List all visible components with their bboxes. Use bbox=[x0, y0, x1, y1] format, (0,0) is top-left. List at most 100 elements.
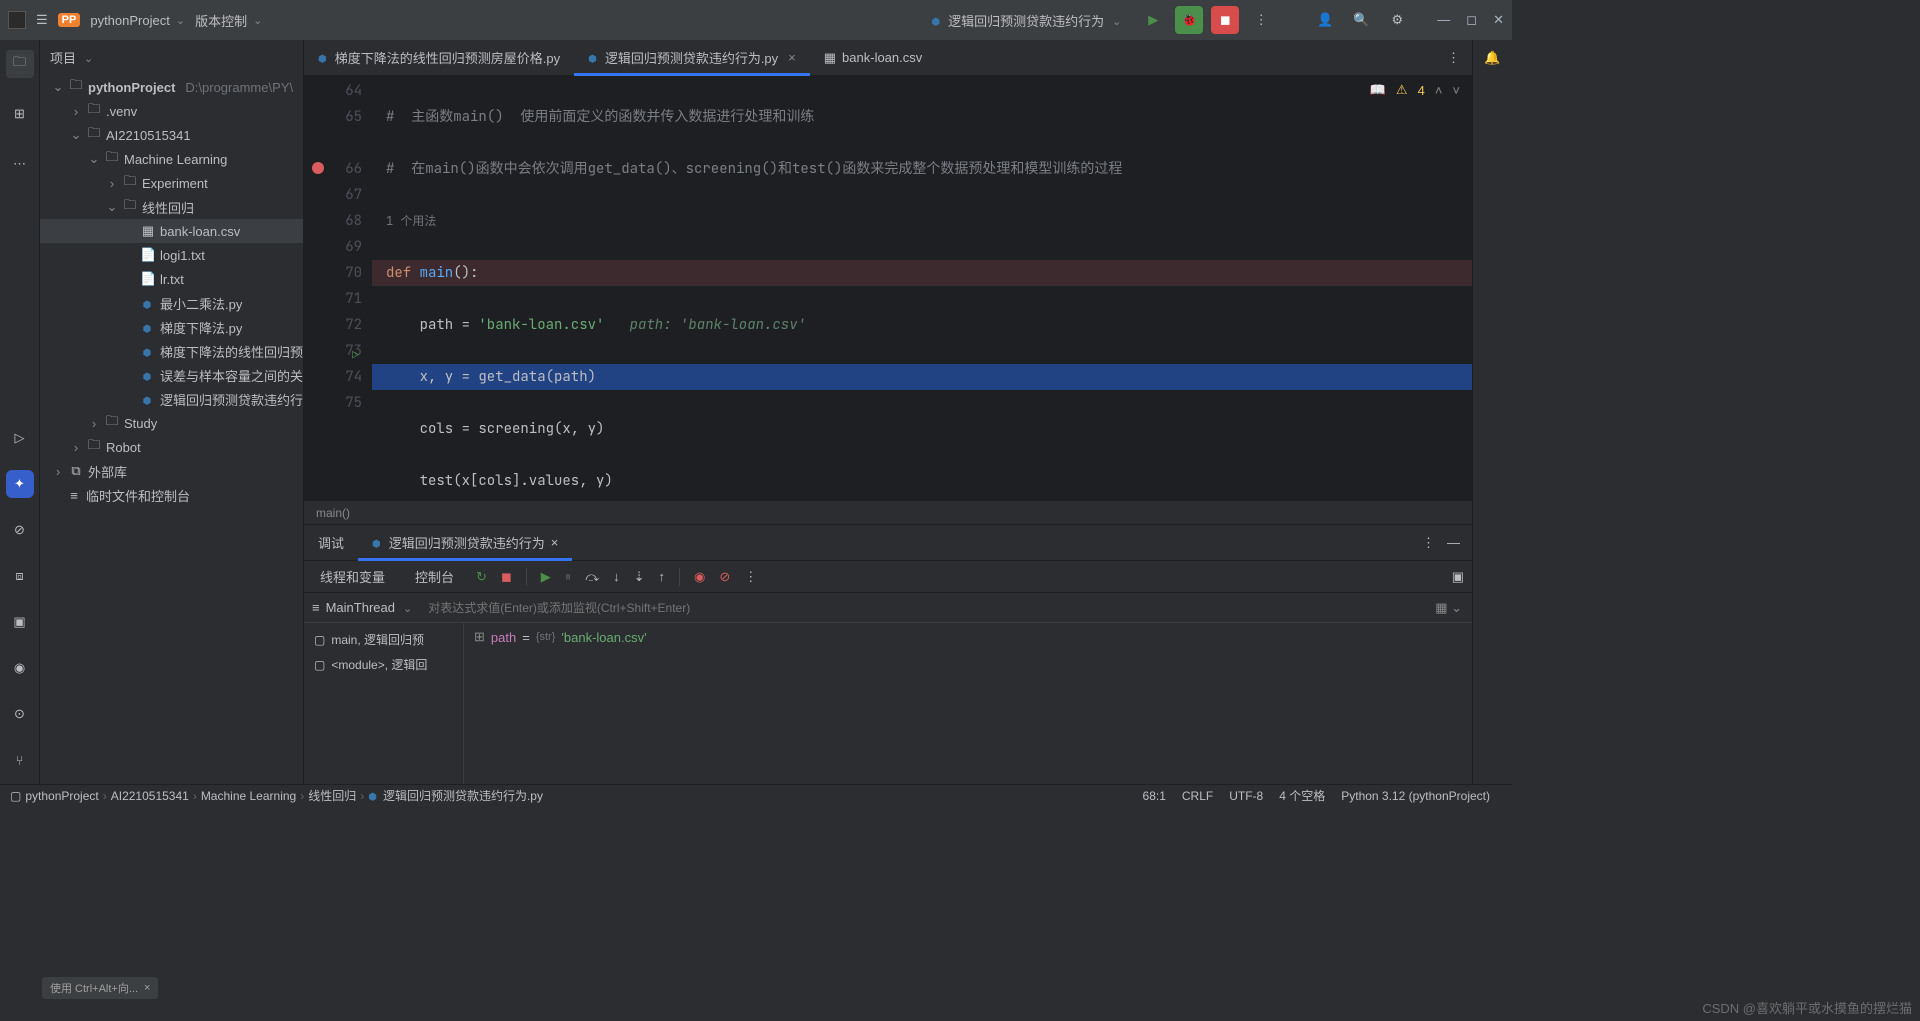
frame-main[interactable]: ▢ main, 逻辑回归预 bbox=[308, 627, 459, 652]
interpreter[interactable]: Python 3.12 (pythonProject) bbox=[1341, 789, 1490, 803]
inspect-up-icon[interactable]: ˄ bbox=[1435, 83, 1443, 98]
project-selector[interactable]: pythonProject bbox=[90, 13, 185, 28]
maximize-button[interactable]: ◻ bbox=[1466, 12, 1477, 28]
evaluate-expression-input[interactable] bbox=[420, 601, 1425, 615]
tree-robot[interactable]: Robot bbox=[106, 440, 141, 455]
view-breakpoints-icon[interactable]: ◉ bbox=[694, 569, 705, 585]
vcs-menu[interactable]: 版本控制 bbox=[195, 11, 262, 30]
run-config-selector[interactable]: 逻辑回归预测贷款违约行为 bbox=[921, 8, 1131, 33]
tab-close-icon[interactable]: × bbox=[788, 50, 796, 65]
tree-file-zxec[interactable]: 最小二乘法.py bbox=[160, 294, 242, 313]
tree-file-txjxx[interactable]: 梯度下降法的线性回归预 bbox=[160, 342, 303, 361]
problems-icon[interactable]: ⊙ bbox=[6, 700, 34, 728]
console-tab[interactable]: 控制台 bbox=[407, 567, 462, 586]
run-gutter-icon[interactable]: ▷ bbox=[352, 342, 359, 368]
mute-breakpoints-icon[interactable]: ⊘ bbox=[719, 569, 730, 585]
crumb-4[interactable]: 线性回归 bbox=[308, 787, 356, 804]
tree-file-bankloan[interactable]: bank-loan.csv bbox=[160, 224, 240, 239]
tree-file-txj[interactable]: 梯度下降法.py bbox=[160, 318, 242, 337]
main-menu-icon[interactable]: ☰ bbox=[36, 12, 48, 28]
ai-assistant-icon[interactable]: ✦ bbox=[6, 470, 34, 498]
navigation-bar[interactable]: ▢ pythonProject› AI2210515341› Machine L… bbox=[0, 784, 1512, 806]
stop-icon[interactable]: ◼ bbox=[501, 569, 512, 585]
tree-ml[interactable]: Machine Learning bbox=[124, 152, 227, 167]
reader-mode-icon[interactable]: 📖 bbox=[1370, 82, 1386, 98]
debug-session-tab[interactable]: 逻辑回归预测贷款违约行为× bbox=[358, 525, 572, 561]
step-out-icon[interactable]: ↑ bbox=[659, 569, 666, 584]
rerun-icon[interactable]: ↻ bbox=[476, 569, 487, 585]
tree-venv[interactable]: .venv bbox=[106, 104, 137, 119]
services-icon[interactable]: ◉ bbox=[6, 654, 34, 682]
hint-popup[interactable]: 使用 Ctrl+Alt+向... × bbox=[42, 977, 158, 999]
debug-tab-label[interactable]: 调试 bbox=[304, 525, 358, 561]
project-tree[interactable]: ⌄🗀pythonProjectD:\programme\PY\ ›🗀.venv … bbox=[40, 75, 303, 784]
crumb-5[interactable]: 逻辑回归预测贷款违约行为.py bbox=[383, 787, 543, 804]
notifications-icon[interactable]: 🔔 bbox=[1484, 50, 1500, 66]
editor-breadcrumb[interactable]: main() bbox=[304, 500, 1472, 524]
indent[interactable]: 4 个空格 bbox=[1279, 787, 1325, 804]
dbg-minimize-icon[interactable]: — bbox=[1447, 535, 1460, 551]
terminal-icon[interactable]: ▣ bbox=[6, 608, 34, 636]
tree-file-logic[interactable]: 逻辑回归预测贷款违约行 bbox=[160, 390, 303, 409]
frames-list[interactable]: ▢ main, 逻辑回归预 ▢ <module>, 逻辑回 bbox=[304, 623, 464, 784]
usage-hint[interactable]: 1 个用法 bbox=[386, 213, 436, 229]
packages-icon[interactable]: ⧈ bbox=[6, 562, 34, 590]
crumb-1[interactable]: pythonProject bbox=[25, 789, 98, 803]
dbg-more-icon[interactable]: ⋮ bbox=[1422, 535, 1435, 551]
crumb-2[interactable]: AI2210515341 bbox=[111, 789, 189, 803]
resume-icon[interactable]: ▶ bbox=[541, 569, 551, 585]
session-close-icon[interactable]: × bbox=[551, 535, 559, 550]
tree-ai[interactable]: AI2210515341 bbox=[106, 128, 191, 143]
debug-button[interactable]: 🐞 bbox=[1175, 6, 1203, 34]
settings-icon[interactable]: ⚙ bbox=[1383, 6, 1411, 34]
run-button[interactable]: ▶ bbox=[1139, 6, 1167, 34]
tab-2[interactable]: 逻辑回归预测贷款违约行为.py× bbox=[574, 40, 810, 76]
tree-exp[interactable]: Experiment bbox=[142, 176, 208, 191]
tree-file-wc[interactable]: 误差与样本容量之间的关 bbox=[160, 366, 303, 385]
stop-button[interactable]: ◼ bbox=[1211, 6, 1239, 34]
frame-module[interactable]: ▢ <module>, 逻辑回 bbox=[308, 652, 459, 677]
tree-study[interactable]: Study bbox=[124, 416, 157, 431]
var-path[interactable]: ⊞ path = {str} 'bank-loan.csv' bbox=[474, 629, 1462, 645]
inspect-down-icon[interactable]: ˅ bbox=[1452, 83, 1460, 98]
inspection-widget[interactable]: 📖 ⚠4 ˄ ˅ bbox=[1370, 82, 1460, 98]
code-editor[interactable]: 646566676869707172737475 ▷ # 主函数main() 使… bbox=[304, 76, 1472, 500]
caret-position[interactable]: 68:1 bbox=[1143, 789, 1166, 803]
step-into-my-icon[interactable]: ⇣ bbox=[634, 569, 645, 585]
run-tool-icon[interactable]: ▷ bbox=[6, 424, 34, 452]
dbg-settings-icon[interactable]: ⋮ bbox=[744, 569, 757, 585]
step-into-icon[interactable]: ↓ bbox=[613, 569, 620, 584]
vcs-tool-icon[interactable]: ⑂ bbox=[6, 746, 34, 774]
tab-1[interactable]: 梯度下降法的线性回归预测房屋价格.py bbox=[304, 40, 574, 76]
more-actions-icon[interactable]: ⋮ bbox=[1247, 6, 1275, 34]
variables-list[interactable]: ⊞ path = {str} 'bank-loan.csv' bbox=[464, 623, 1472, 784]
tree-file-lr[interactable]: lr.txt bbox=[160, 272, 184, 287]
hint-close-icon[interactable]: × bbox=[144, 982, 150, 994]
crumb-3[interactable]: Machine Learning bbox=[201, 789, 296, 803]
minimize-button[interactable]: — bbox=[1437, 12, 1450, 28]
search-icon[interactable]: 🔍 bbox=[1347, 6, 1375, 34]
structure-tool-icon[interactable]: ⊞ bbox=[6, 100, 34, 128]
thread-selector[interactable]: ≡ MainThread bbox=[304, 600, 420, 615]
tree-ext-libs[interactable]: 外部库 bbox=[88, 462, 127, 481]
tree-file-logi1[interactable]: logi1.txt bbox=[160, 248, 205, 263]
gutter[interactable]: 646566676869707172737475 ▷ bbox=[304, 76, 372, 500]
breakpoint-icon[interactable] bbox=[312, 162, 324, 174]
tree-root[interactable]: pythonProject bbox=[88, 80, 175, 95]
tabs-more-icon[interactable]: ⋮ bbox=[1447, 50, 1460, 66]
chevron-down-icon[interactable] bbox=[82, 50, 93, 65]
step-over-icon[interactable]: ⤼ bbox=[585, 569, 599, 585]
layout-icon[interactable]: ▣ bbox=[1452, 569, 1464, 585]
code-with-me-icon[interactable]: 👤 bbox=[1311, 6, 1339, 34]
project-tool-icon[interactable]: 🗀 bbox=[6, 50, 34, 78]
python-console-icon[interactable]: ⊘ bbox=[6, 516, 34, 544]
tree-scratches[interactable]: 临时文件和控制台 bbox=[86, 486, 190, 505]
expr-history-icon[interactable]: ▦ ⌄ bbox=[1425, 600, 1472, 616]
tree-linreg[interactable]: 线性回归 bbox=[142, 198, 194, 217]
close-button[interactable]: ✕ bbox=[1493, 12, 1504, 28]
line-sep[interactable]: CRLF bbox=[1182, 789, 1213, 803]
tab-3[interactable]: ▦bank-loan.csv bbox=[810, 40, 937, 76]
threads-vars-tab[interactable]: 线程和变量 bbox=[312, 567, 393, 586]
encoding[interactable]: UTF-8 bbox=[1229, 789, 1263, 803]
pause-icon[interactable]: ⏸ bbox=[565, 569, 572, 585]
